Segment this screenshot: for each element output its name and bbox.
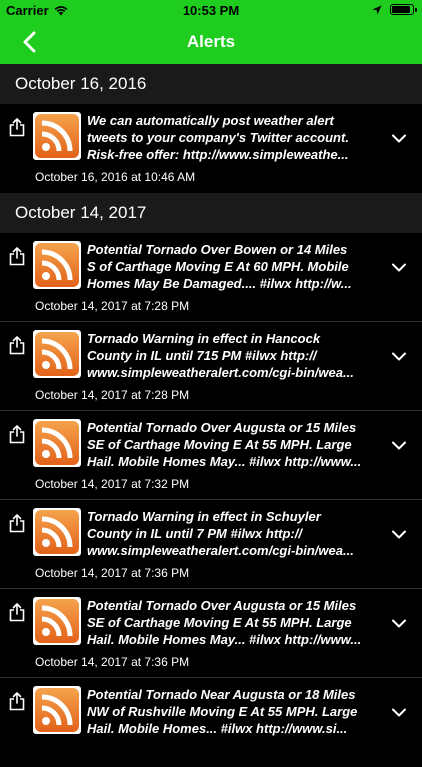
alert-timestamp: October 16, 2016 at 10:46 AM bbox=[35, 170, 196, 184]
nav-bar: Alerts bbox=[0, 20, 422, 64]
section-header: October 16, 2016 bbox=[0, 64, 422, 104]
chevron-down-icon[interactable] bbox=[392, 352, 406, 361]
section-header: October 14, 2017 bbox=[0, 193, 422, 233]
battery-icon bbox=[390, 4, 417, 15]
alert-message: Tornado Warning in effect in Hancock Cou… bbox=[87, 331, 354, 380]
alert-message: Potential Tornado Over Augusta or 15 Mil… bbox=[87, 420, 362, 469]
share-icon[interactable] bbox=[8, 691, 26, 711]
share-icon[interactable] bbox=[8, 602, 26, 622]
chevron-down-icon[interactable] bbox=[392, 619, 406, 628]
share-icon[interactable] bbox=[8, 424, 26, 444]
status-right-icons bbox=[372, 4, 417, 15]
alert-row[interactable]: Potential Tornado Near Augusta or 18 Mil… bbox=[0, 678, 422, 767]
alert-row[interactable]: We can automatically post weather alert … bbox=[0, 104, 422, 193]
alert-timestamp: October 14, 2017 at 7:36 PM bbox=[35, 566, 190, 580]
share-icon[interactable] bbox=[8, 513, 26, 533]
alert-message: Potential Tornado Near Augusta or 18 Mil… bbox=[87, 687, 358, 736]
chevron-down-icon[interactable] bbox=[392, 530, 406, 539]
alert-row[interactable]: Tornado Warning in effect in Schuyler Co… bbox=[0, 500, 422, 589]
chevron-down-icon[interactable] bbox=[392, 441, 406, 450]
alert-message: Tornado Warning in effect in Schuyler Co… bbox=[87, 509, 354, 558]
alert-row[interactable]: Potential Tornado Over Augusta or 15 Mil… bbox=[0, 411, 422, 500]
status-bar: Carrier 10:53 PM bbox=[0, 0, 422, 20]
rss-feed-icon bbox=[33, 419, 81, 467]
alerts-list[interactable]: October 16, 2016 We can automatically po… bbox=[0, 64, 422, 767]
alert-timestamp: October 14, 2017 at 7:32 PM bbox=[35, 477, 190, 491]
alert-message: We can automatically post weather alert … bbox=[87, 113, 349, 162]
rss-feed-icon bbox=[33, 241, 81, 289]
rss-feed-icon bbox=[33, 597, 81, 645]
page-title: Alerts bbox=[186, 32, 236, 51]
alert-timestamp: October 14, 2017 at 7:28 PM bbox=[35, 388, 190, 402]
alert-message: Potential Tornado Over Augusta or 15 Mil… bbox=[87, 598, 362, 647]
chevron-down-icon[interactable] bbox=[392, 708, 406, 717]
alert-timestamp: October 14, 2017 at 7:36 PM bbox=[35, 655, 190, 669]
share-icon[interactable] bbox=[8, 335, 26, 355]
alert-row[interactable]: Tornado Warning in effect in Hancock Cou… bbox=[0, 322, 422, 411]
alert-row[interactable]: Potential Tornado Over Augusta or 15 Mil… bbox=[0, 589, 422, 678]
location-arrow-icon bbox=[372, 5, 382, 14]
alert-message: Potential Tornado Over Bowen or 14 Miles… bbox=[87, 242, 352, 291]
rss-feed-icon bbox=[33, 112, 81, 160]
status-time: 10:53 PM bbox=[182, 3, 240, 18]
rss-feed-icon bbox=[33, 330, 81, 378]
share-icon[interactable] bbox=[8, 246, 26, 266]
rss-feed-icon bbox=[33, 508, 81, 556]
chevron-down-icon[interactable] bbox=[392, 134, 406, 143]
rss-feed-icon bbox=[33, 686, 81, 734]
alert-timestamp: October 14, 2017 at 7:28 PM bbox=[35, 299, 190, 313]
chevron-down-icon[interactable] bbox=[392, 263, 406, 272]
alert-row[interactable]: Potential Tornado Over Bowen or 14 Miles… bbox=[0, 233, 422, 322]
share-icon[interactable] bbox=[8, 117, 26, 137]
